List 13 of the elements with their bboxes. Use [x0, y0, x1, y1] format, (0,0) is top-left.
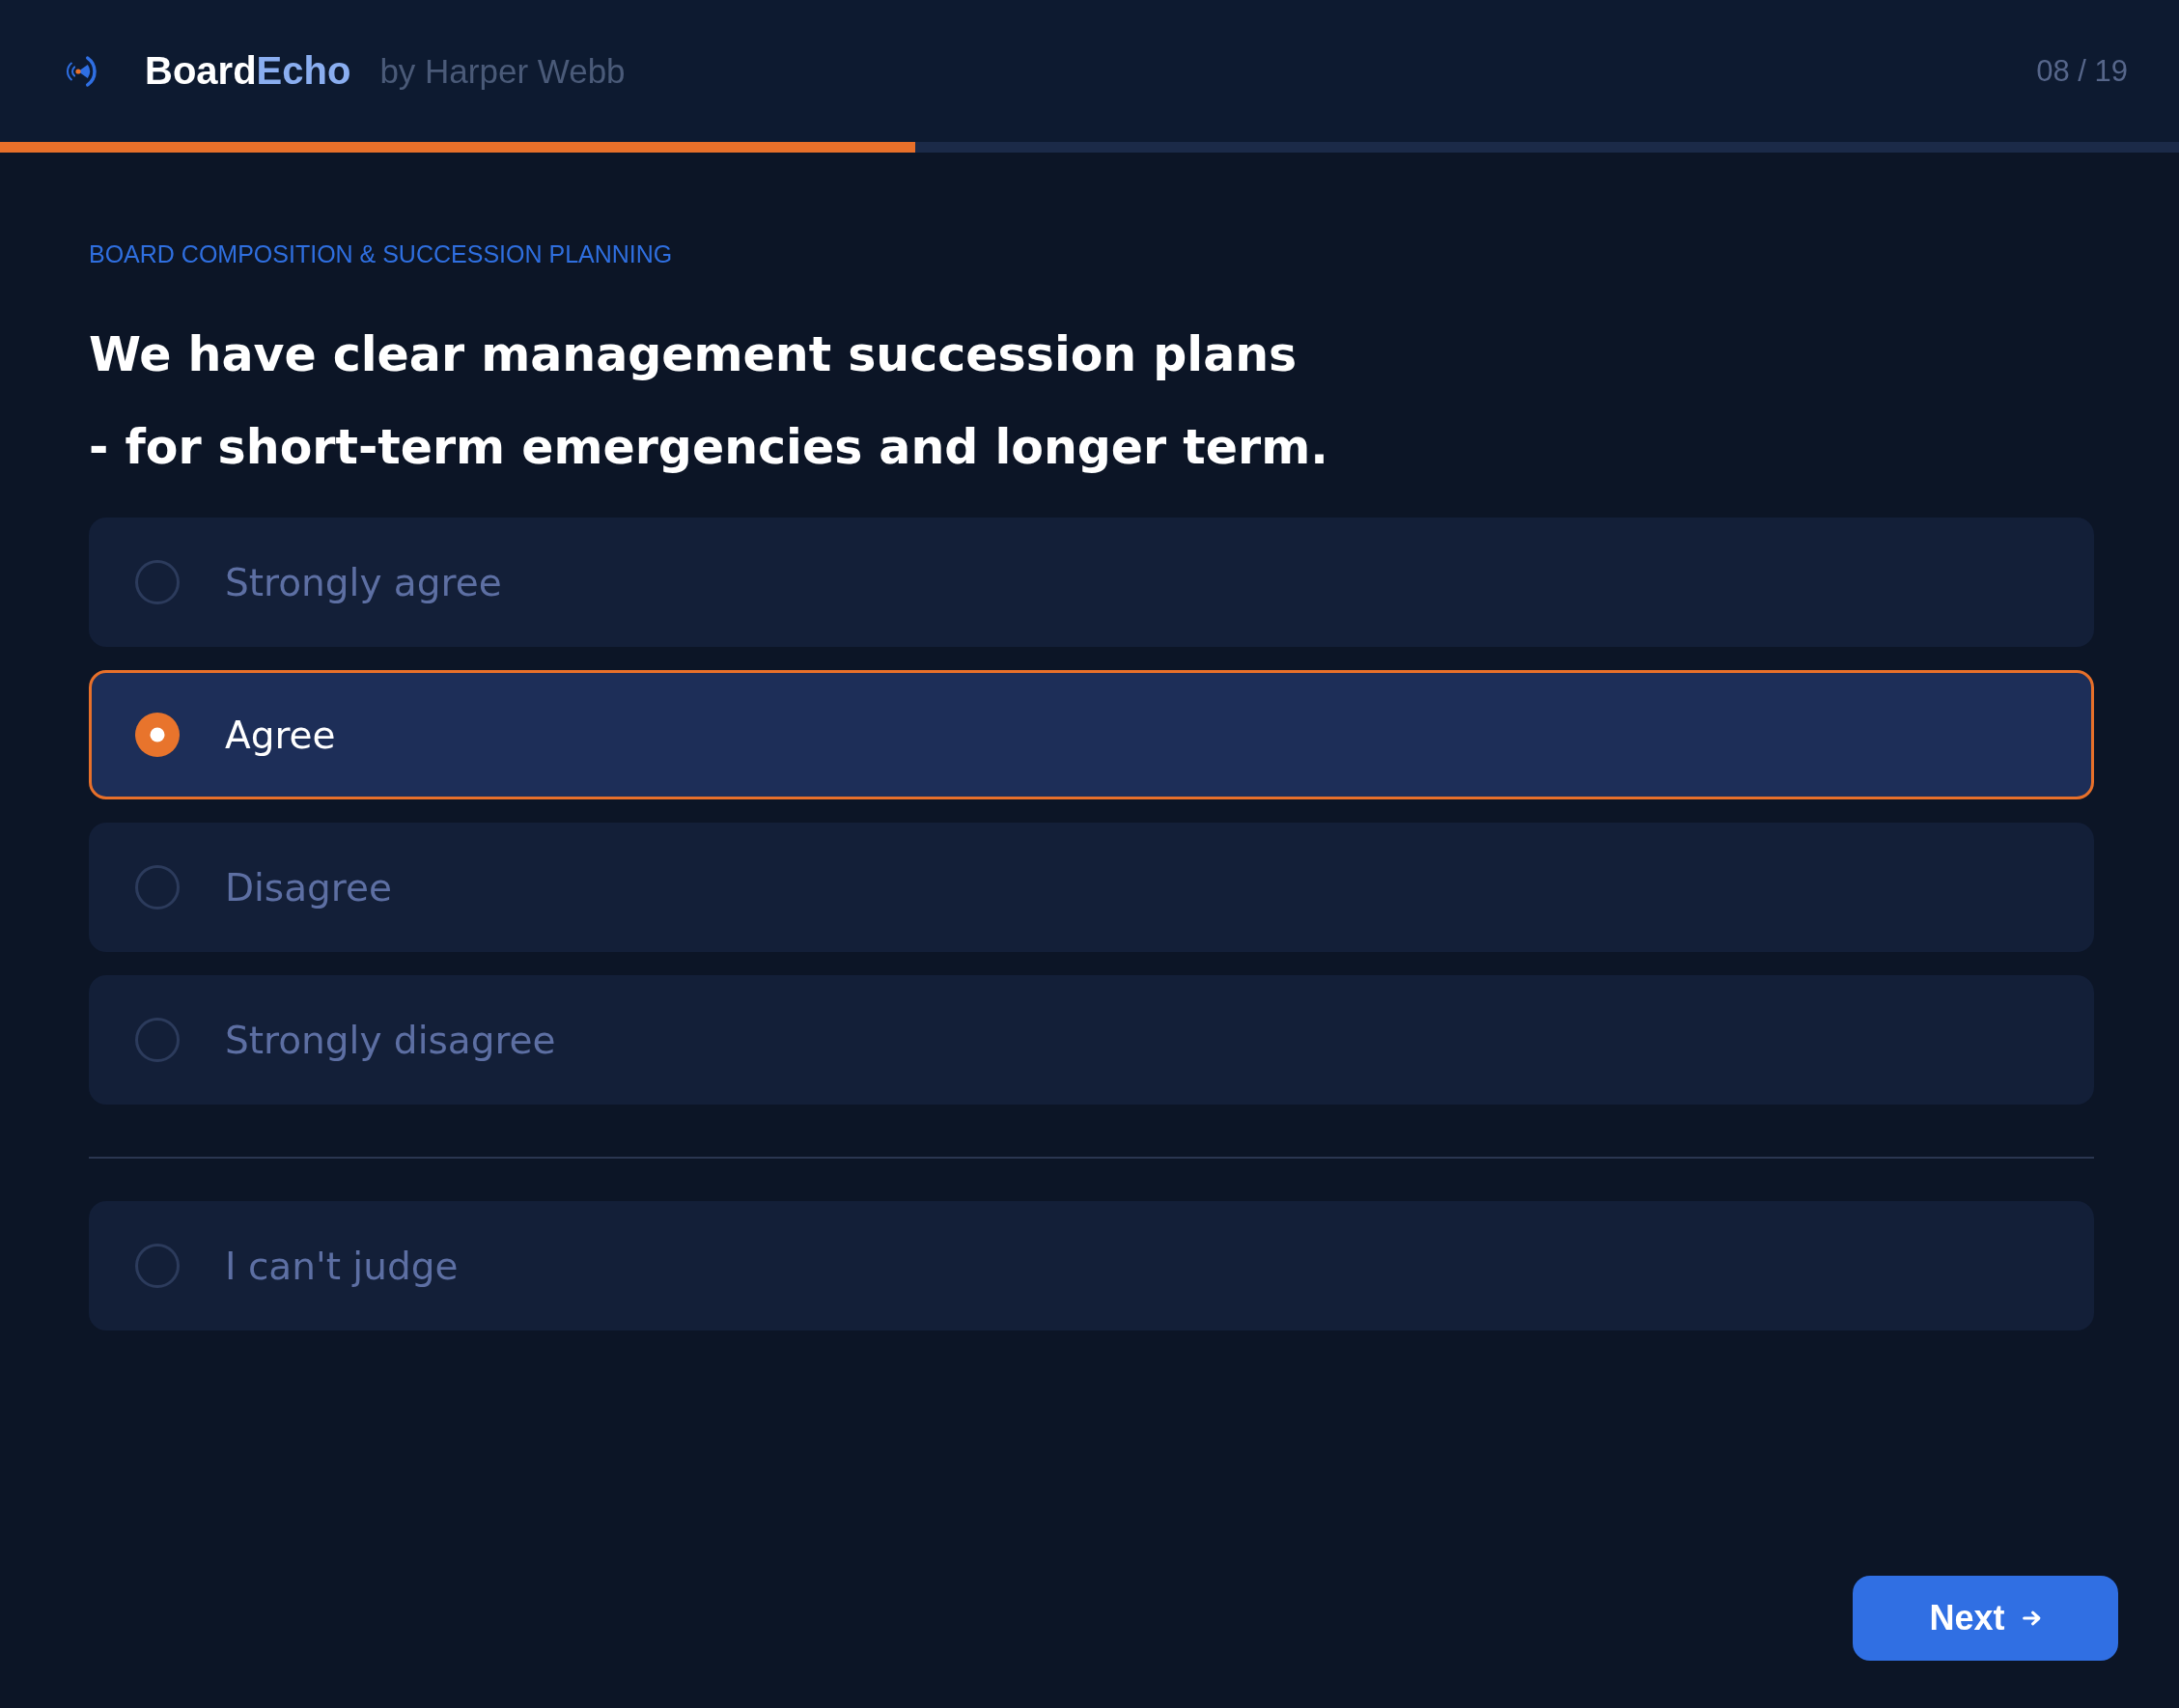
question-text: We have clear management succession plans - for short-term emergencies and longer term. — [89, 326, 1328, 477]
arrow-right-icon — [2022, 1610, 2042, 1626]
answer-option[interactable]: I can't judge — [89, 1201, 2094, 1330]
author-byline: by Harper Webb — [379, 51, 626, 91]
broadcast-icon — [64, 53, 98, 89]
category-label: BOARD COMPOSITION & SUCCESSION PLANNING — [89, 239, 673, 268]
question-counter: 08 / 19 — [2036, 53, 2128, 89]
answer-option[interactable]: Agree — [89, 670, 2094, 799]
answer-option[interactable]: Strongly disagree — [89, 975, 2094, 1105]
brand-name: BoardEcho — [145, 49, 351, 93]
answer-option[interactable]: Disagree — [89, 823, 2094, 952]
answer-option[interactable]: Strongly agree — [89, 518, 2094, 647]
next-button[interactable]: Next — [1853, 1576, 2118, 1661]
